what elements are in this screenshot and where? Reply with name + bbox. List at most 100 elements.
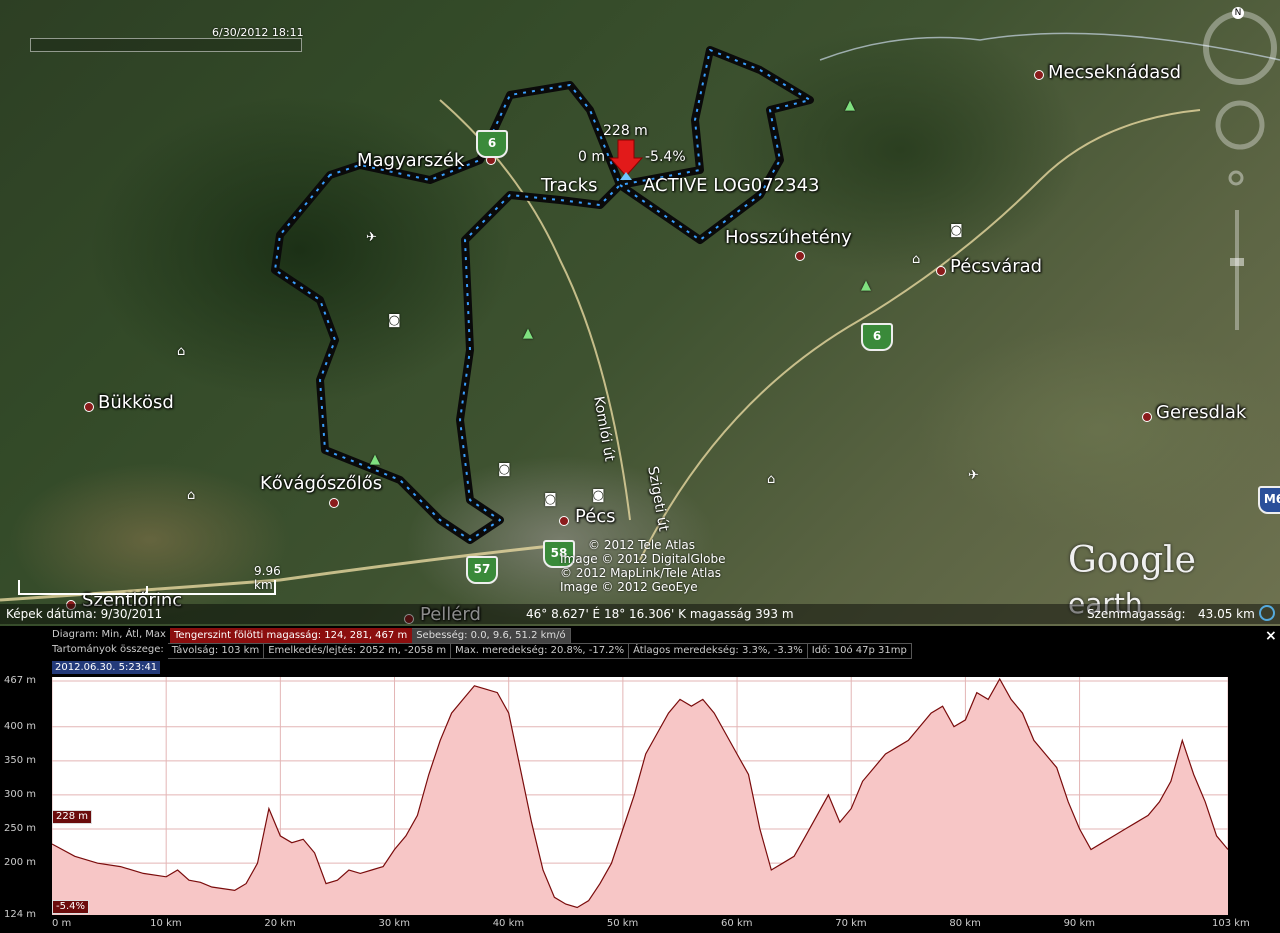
road-shield[interactable]: 6 (476, 130, 508, 158)
place-label[interactable]: Hosszúhetény (725, 227, 852, 248)
photo-icon[interactable]: ◙ (950, 223, 963, 238)
copyright: © 2012 Tele Atlas Image © 2012 DigitalGl… (560, 538, 725, 594)
photo-icon[interactable]: ◙ (544, 492, 557, 507)
place-dot (936, 266, 946, 276)
stats-row-1: Diagram: Min, Átl, Max Tengerszint fölöt… (52, 628, 571, 644)
y-tick-label: 300 m (4, 788, 37, 800)
copyright-line: Image © 2012 GeoEye (560, 580, 698, 594)
cursor-elevation-badge: 228 m (52, 810, 93, 824)
time-slider[interactable] (30, 38, 302, 52)
x-tick-label: 80 km (949, 918, 981, 929)
museum-icon[interactable]: ⌂ (767, 472, 775, 487)
x-tick-label: 103 km (1212, 918, 1250, 929)
map-overlay (0, 11, 1280, 602)
pointer-coordinates: 46° 8.627' É 18° 16.306' K magasság 393 … (526, 607, 794, 621)
position-marker-tip (620, 172, 632, 180)
range-sum-label: Tartományok összege: (52, 643, 168, 657)
river-line (819, 32, 1280, 61)
street-view-icon[interactable] (1228, 170, 1244, 186)
photo-icon[interactable]: ◙ (388, 313, 401, 328)
streaming-icon (1259, 605, 1275, 621)
x-tick-label: 20 km (264, 918, 296, 929)
track-folder-label[interactable]: Tracks (541, 175, 597, 196)
north-indicator[interactable]: N (1232, 7, 1244, 19)
elevation-profile-panel: × Diagram: Min, Átl, Max Tengerszint föl… (0, 626, 1280, 933)
track-elevation-label: 228 m (603, 123, 648, 139)
gps-track-outline (271, 46, 814, 544)
copyright-line: © 2012 MapLink/Tele Atlas (560, 566, 721, 580)
x-tick-label: 50 km (606, 918, 639, 929)
place-label[interactable]: Geresdlak (1156, 402, 1246, 423)
speed-stat-tab[interactable]: Sebesség: 0.0, 9.6, 51.2 km/ó (412, 628, 571, 644)
x-tick-label: 10 km (150, 918, 182, 929)
elevation-chart-svg (51, 677, 1229, 916)
park-icon[interactable]: ▲ (845, 98, 855, 113)
track-slope-label: -5.4% (645, 149, 686, 165)
scale-tick (146, 586, 148, 594)
track-distance-label: 0 m (578, 149, 605, 165)
status-bar: Képek dátuma: 9/30/2011 46° 8.627' É 18°… (0, 604, 1280, 624)
x-tick-label: 70 km (835, 918, 867, 929)
park-icon[interactable]: ▲ (370, 452, 380, 467)
time-label: 6/30/2012 18:11 (212, 26, 304, 39)
scale-tick (18, 580, 20, 595)
photo-icon[interactable]: ◙ (498, 462, 511, 477)
road-shield[interactable]: 6 (861, 323, 893, 351)
y-tick-label: 350 m (4, 754, 37, 766)
park-icon[interactable]: ▲ (523, 326, 533, 341)
scale-label: 9.96 km (254, 564, 281, 592)
place-label[interactable]: Kővágószőlős (260, 473, 382, 494)
max-slope-stat: Max. meredekség: 20.8%, -17.2% (451, 643, 630, 659)
y-tick-label: 400 m (4, 720, 37, 732)
place-dot (559, 516, 569, 526)
photo-icon[interactable]: ◙ (592, 488, 605, 503)
airport-icon[interactable]: ✈ (968, 468, 979, 483)
airport-icon[interactable]: ✈ (366, 230, 377, 245)
elevation-area (52, 679, 1228, 915)
x-tick-label: 90 km (1063, 918, 1095, 929)
scale-legend: 9.96 km (18, 564, 281, 596)
x-tick-label: 30 km (378, 918, 410, 929)
y-tick-label: 200 m (4, 857, 37, 869)
zoom-slider-handle[interactable] (1230, 258, 1244, 266)
elevation-stat-tab[interactable]: Tengerszint fölötti magasság: 124, 281, … (169, 628, 413, 644)
move-ring[interactable] (1215, 100, 1265, 150)
place-label[interactable]: Pécsvárad (950, 256, 1042, 277)
road-shield[interactable]: 57 (466, 556, 498, 584)
gps-track[interactable] (274, 49, 811, 541)
copyright-line: © 2012 Tele Atlas (588, 538, 696, 552)
elevation-chart[interactable] (51, 677, 1229, 916)
avg-slope-stat: Átlagos meredekség: 3.3%, -3.3% (629, 643, 808, 659)
cursor-slope-badge: -5.4% (52, 900, 90, 914)
close-icon[interactable]: × (1265, 628, 1277, 644)
x-tick-label: 40 km (492, 918, 525, 929)
museum-icon[interactable]: ⌂ (912, 252, 920, 267)
image-date: Képek dátuma: 9/30/2011 (6, 607, 163, 621)
copyright-line: Image © 2012 DigitalGlobe (560, 552, 726, 566)
road-shield[interactable]: M6 (1258, 486, 1280, 514)
eye-altitude-label: Szemmagasság: (1087, 607, 1186, 621)
time-stat: Idő: 10ó 47p 31mp (807, 643, 912, 659)
cursor-date-badge: 2012.06.30. 5:23:41 (52, 661, 161, 674)
distance-stat: Távolság: 103 km (167, 643, 265, 659)
place-label[interactable]: Mecseknádasd (1048, 62, 1181, 83)
park-icon[interactable]: ▲ (861, 278, 871, 293)
x-tick-label: 60 km (721, 918, 753, 929)
diagram-label: Diagram: Min, Átl, Max (52, 628, 170, 642)
place-label[interactable]: Pécs (575, 506, 616, 527)
place-dot (1034, 70, 1044, 80)
place-dot (795, 251, 805, 261)
place-dot (84, 402, 94, 412)
map-view[interactable]: 6/30/2012 18:11 N Mecseknádasd Magyarszé… (0, 0, 1280, 626)
logo-google: Google (1068, 540, 1196, 581)
track-name-label[interactable]: ACTIVE LOG072343 (643, 175, 820, 196)
museum-icon[interactable]: ⌂ (177, 344, 185, 359)
x-tick-label: 0 m (52, 918, 72, 929)
place-label[interactable]: Magyarszék (357, 150, 464, 171)
place-dot (329, 498, 339, 508)
y-tick-label: 124 m (4, 909, 37, 920)
y-tick-label: 250 m (4, 823, 37, 835)
museum-icon[interactable]: ⌂ (187, 488, 195, 503)
place-label[interactable]: Bükkösd (98, 392, 174, 413)
gain-loss-stat: Emelkedés/lejtés: 2052 m, -2058 m (264, 643, 452, 659)
